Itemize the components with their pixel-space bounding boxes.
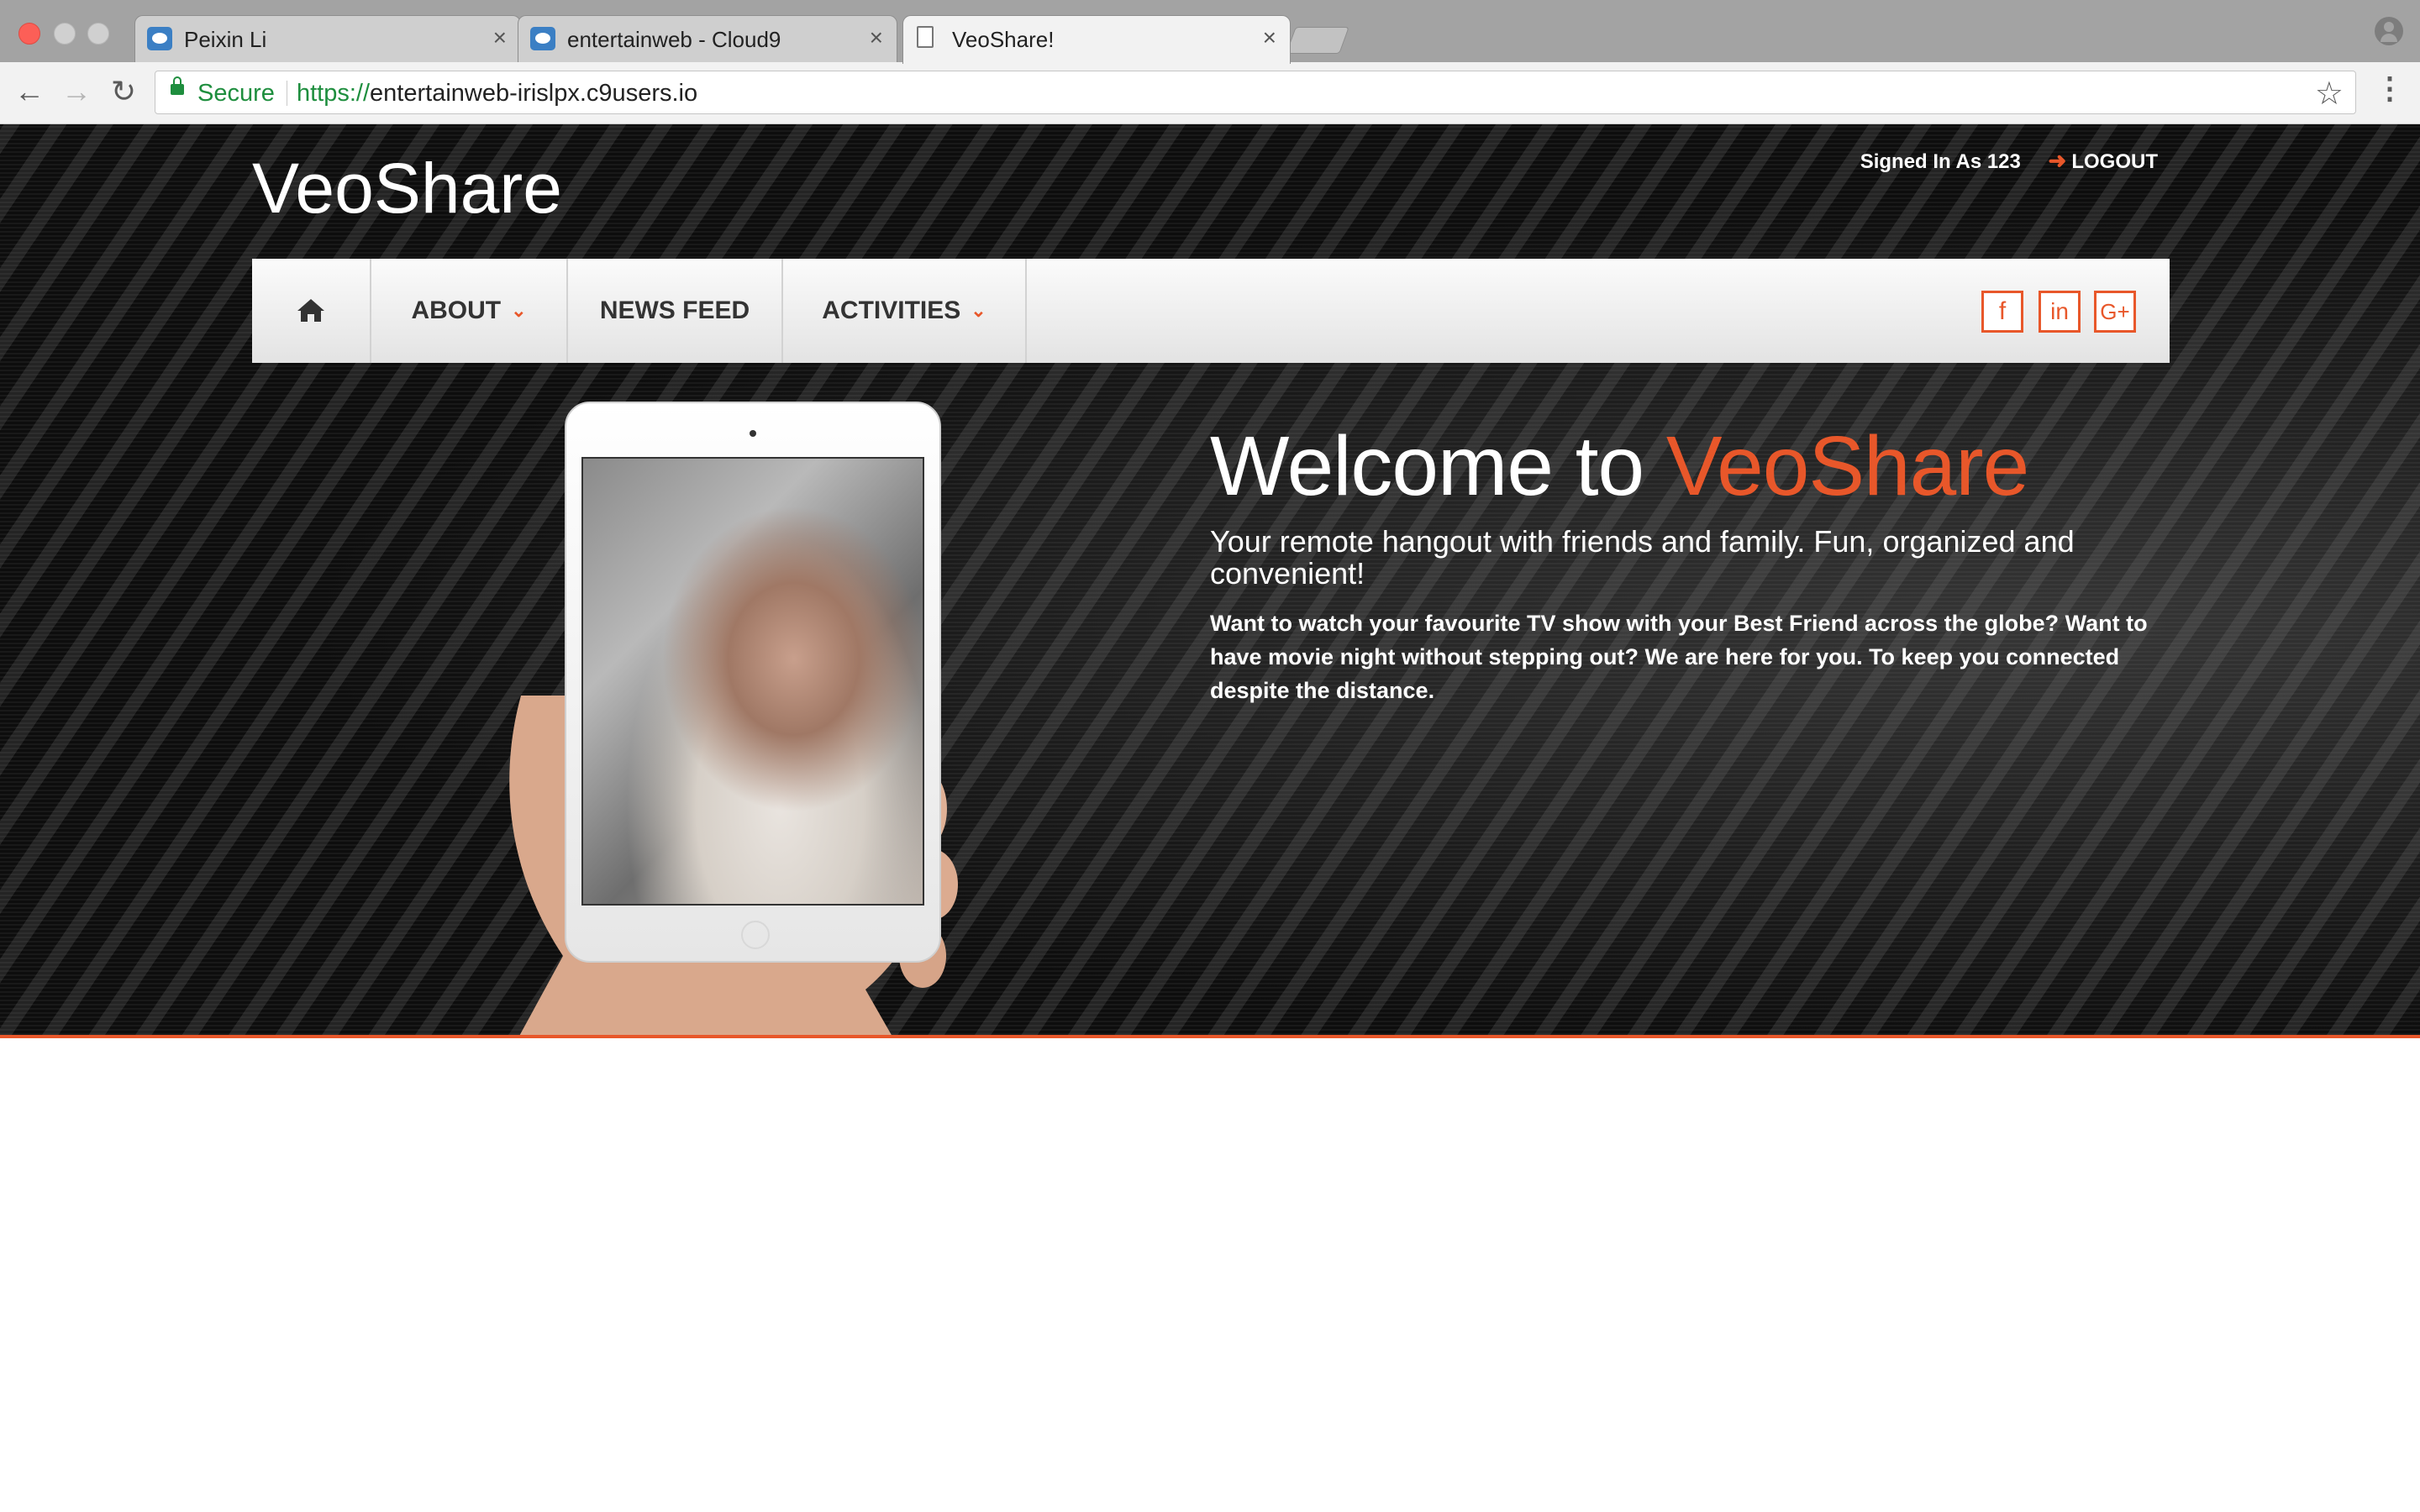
nav-about-label: ABOUT — [411, 297, 502, 324]
url-text[interactable]: https://entertainweb-irislpx.c9users.io — [297, 80, 697, 108]
browser-toolbar: ← → ↻ Secure https://entertainweb-irislp… — [0, 62, 2420, 124]
cloud9-icon — [147, 27, 172, 50]
browser-tab-active[interactable]: VeoShare! × — [902, 15, 1291, 64]
nav-activities[interactable]: ACTIVITIES ⌄ — [783, 259, 1027, 363]
chevron-down-icon: ⌄ — [971, 300, 986, 321]
tab-title: Peixin Li — [184, 27, 267, 52]
tab-close-icon[interactable]: × — [493, 24, 507, 51]
site-brand[interactable]: VeoShare — [252, 148, 562, 229]
welcome-heading: Welcome to VeoShare — [1210, 418, 2029, 515]
facebook-icon[interactable]: f — [1981, 291, 2023, 333]
home-icon — [297, 299, 324, 322]
hero-divider — [0, 1035, 2420, 1038]
tab-close-icon[interactable]: × — [870, 24, 883, 51]
page-icon — [917, 26, 934, 48]
bookmark-star-icon[interactable]: ☆ — [2315, 75, 2344, 113]
logout-link[interactable]: LOGOUT — [2071, 150, 2158, 173]
back-arrow-icon[interactable]: ← — [8, 71, 50, 113]
hero-section: VeoShare Signed In As 123 ➜ LOGOUT ABOUT ⌄… — [0, 124, 2420, 1035]
window-close-button[interactable] — [18, 23, 40, 45]
new-tab-button[interactable] — [1286, 27, 1349, 54]
nav-news-feed-label: NEWS FEED — [599, 297, 750, 324]
tab-title: VeoShare! — [952, 27, 1055, 52]
logout-icon[interactable]: ➜ — [2049, 148, 2067, 173]
user-bar: Signed In As 123 ➜ LOGOUT — [1860, 148, 2158, 174]
nav-home[interactable] — [252, 259, 371, 363]
tablet-screen-photo — [581, 457, 924, 906]
browser-tab[interactable]: entertainweb - Cloud9 × — [518, 15, 897, 62]
cloud9-icon — [530, 27, 555, 50]
tab-title: entertainweb - Cloud9 — [567, 27, 781, 52]
browser-menu-icon[interactable]: ⋮ — [2375, 71, 2405, 106]
address-bar[interactable]: Secure https://entertainweb-irislpx.c9us… — [155, 71, 2356, 114]
chevron-down-icon: ⌄ — [511, 300, 527, 321]
welcome-prefix: Welcome to — [1210, 419, 1644, 513]
window-zoom-button[interactable] — [87, 23, 109, 45]
reload-icon[interactable]: ↻ — [103, 71, 145, 113]
hero-tagline: Your remote hangout with friends and fam… — [1210, 524, 2075, 591]
profile-icon[interactable] — [2375, 17, 2403, 45]
hero-description: Want to watch your favourite TV show wit… — [1210, 611, 2148, 703]
tablet-image — [565, 402, 941, 963]
main-nav: ABOUT ⌄ NEWS FEED ACTIVITIES ⌄ f in G+ — [252, 259, 2170, 363]
secure-label: Secure — [197, 80, 275, 107]
lock-icon — [171, 76, 184, 95]
tablet-home-button — [741, 921, 770, 949]
nav-news-feed[interactable]: NEWS FEED — [568, 259, 783, 363]
signed-in-label: Signed In As 123 — [1860, 150, 2021, 173]
url-host: entertainweb-irislpx.c9users.io — [370, 80, 698, 107]
linkedin-icon[interactable]: in — [2039, 291, 2081, 333]
welcome-brand: VeoShare — [1665, 419, 2029, 513]
google-plus-icon[interactable]: G+ — [2094, 291, 2136, 333]
nav-about[interactable]: ABOUT ⌄ — [371, 259, 568, 363]
tab-close-icon[interactable]: × — [1263, 24, 1276, 51]
window-minimize-button[interactable] — [54, 23, 76, 45]
browser-tab[interactable]: Peixin Li × — [134, 15, 521, 62]
browser-tab-strip: Peixin Li × entertainweb - Cloud9 × VeoS… — [0, 0, 2420, 64]
url-scheme: https:// — [297, 80, 371, 107]
nav-activities-label: ACTIVITIES — [822, 297, 961, 324]
tablet-camera — [750, 430, 756, 437]
forward-arrow-icon[interactable]: → — [55, 71, 97, 113]
